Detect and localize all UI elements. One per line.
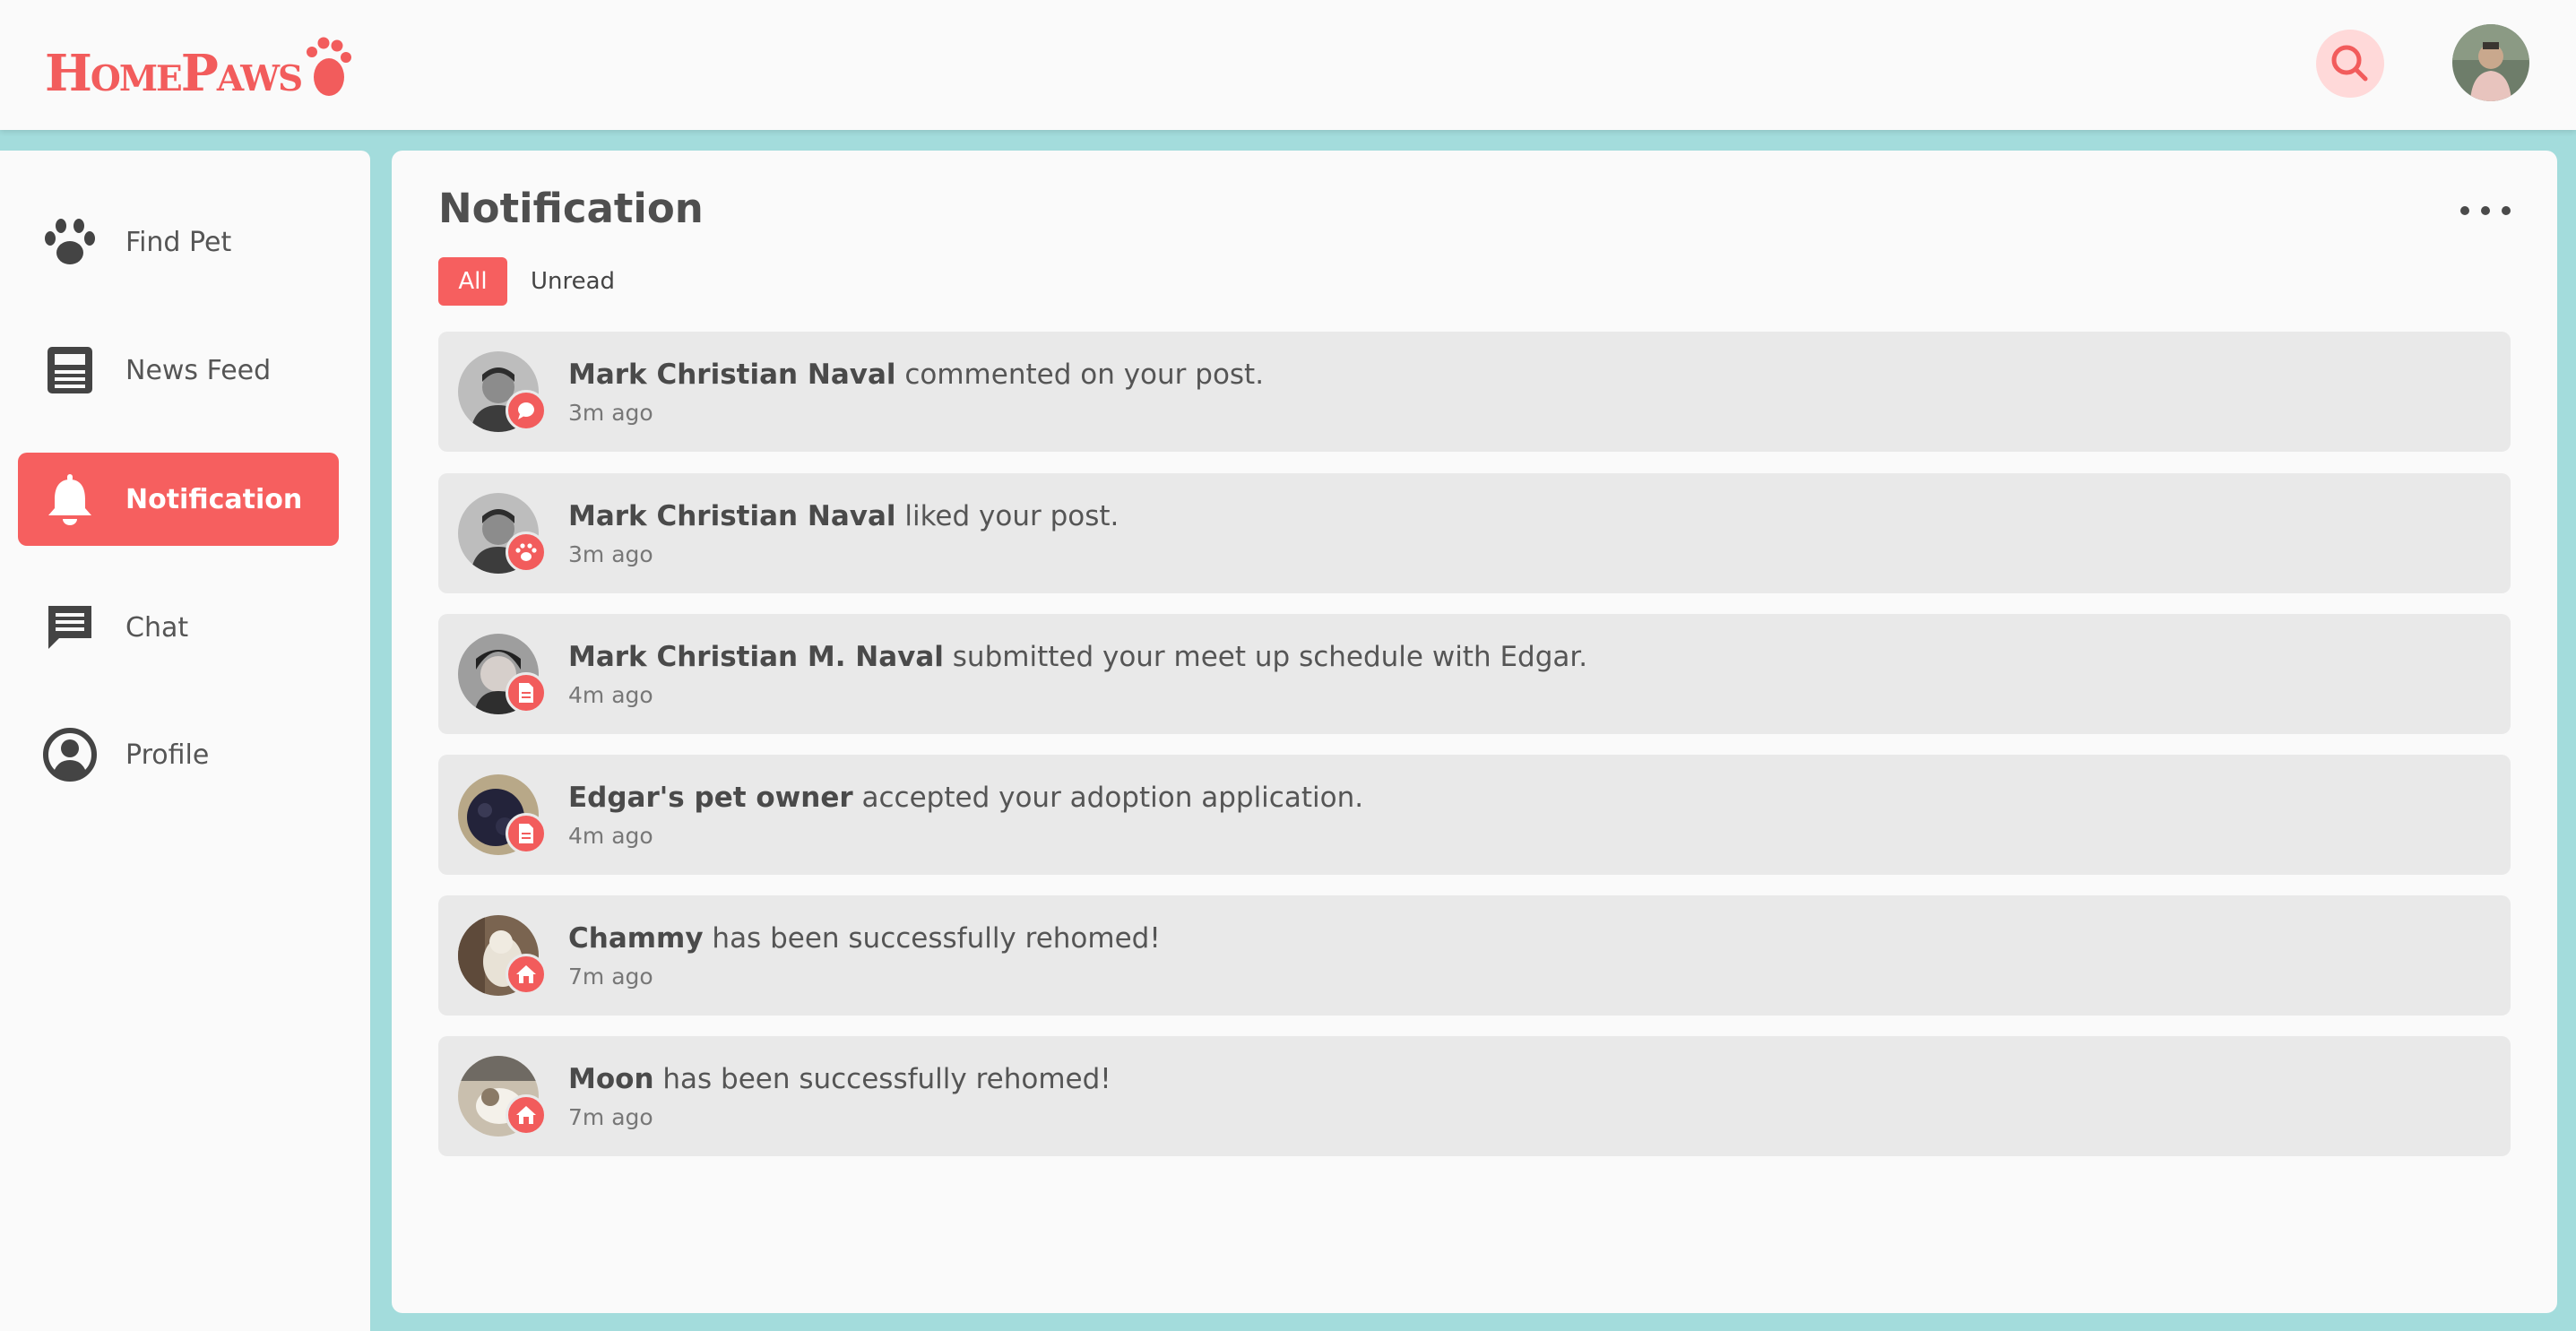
notification-item[interactable]: Edgar's pet owner accepted your adoption… — [438, 755, 2511, 875]
notification-text: Mark Christian Naval liked your post. — [568, 500, 1119, 532]
notification-item[interactable]: Chammy has been successfully rehomed! 7m… — [438, 895, 2511, 1016]
paw-icon — [506, 532, 547, 573]
notification-panel: Notification All Unread Mark Christian N… — [392, 151, 2557, 1313]
more-dot — [2481, 206, 2490, 215]
notification-message: has been successfully rehomed! — [703, 922, 1161, 955]
bell-icon — [41, 471, 99, 528]
newspaper-icon — [41, 341, 99, 399]
sidebar-item-profile[interactable]: Profile — [18, 708, 339, 801]
sidebar-item-label: Profile — [125, 739, 210, 771]
sidebar-item-news-feed[interactable]: News Feed — [18, 324, 339, 417]
notification-message: has been successfully rehomed! — [653, 1063, 1111, 1095]
notification-item[interactable]: Mark Christian Naval commented on your p… — [438, 332, 2511, 452]
more-dot — [2502, 206, 2511, 215]
notification-actor: Mark Christian Naval — [568, 359, 896, 391]
notification-actor: Mark Christian Naval — [568, 500, 896, 532]
paw-icon — [41, 213, 99, 271]
notification-item[interactable]: Mark Christian Naval liked your post. 3m… — [438, 473, 2511, 593]
logo-paw-icon — [307, 37, 352, 96]
notification-time: 3m ago — [568, 541, 653, 567]
home-icon — [506, 954, 547, 995]
top-header: HomePaws — [0, 0, 2576, 130]
notification-time: 7m ago — [568, 964, 653, 990]
notification-text: Mark Christian Naval commented on your p… — [568, 359, 1264, 391]
notification-item[interactable]: Moon has been successfully rehomed! 7m a… — [438, 1036, 2511, 1156]
user-avatar[interactable] — [2452, 24, 2529, 101]
notification-text: Moon has been successfully rehomed! — [568, 1063, 1111, 1095]
notification-time: 3m ago — [568, 400, 653, 426]
notification-actor: Chammy — [568, 922, 704, 955]
filter-unread-button[interactable]: Unread — [523, 257, 622, 306]
notification-message: accepted your adoption application. — [852, 782, 1364, 814]
page-title: Notification — [438, 185, 704, 232]
filter-all-button[interactable]: All — [438, 257, 507, 306]
notification-item[interactable]: Mark Christian M. Naval submitted your m… — [438, 614, 2511, 734]
sidebar-item-label: News Feed — [125, 354, 272, 386]
profile-icon — [41, 726, 99, 783]
notification-actor: Mark Christian M. Naval — [568, 641, 944, 673]
notification-message: submitted your meet up schedule with Edg… — [943, 641, 1588, 673]
sidebar-item-label: Chat — [125, 611, 189, 644]
notification-actor: Moon — [568, 1063, 654, 1095]
notification-time: 4m ago — [568, 682, 653, 708]
search-icon — [2331, 45, 2368, 82]
avatar-photo — [2452, 24, 2529, 101]
home-icon — [506, 1094, 547, 1136]
notification-time: 4m ago — [568, 823, 653, 849]
notification-text: Edgar's pet owner accepted your adoption… — [568, 782, 1363, 814]
sidebar-item-label: Find Pet — [125, 226, 232, 258]
notification-message: liked your post. — [895, 500, 1119, 532]
chat-icon — [41, 599, 99, 656]
notification-message: commented on your post. — [895, 359, 1265, 391]
document-icon — [506, 813, 547, 854]
sidebar-item-find-pet[interactable]: Find Pet — [18, 195, 339, 289]
sidebar-item-label: Notification — [125, 483, 303, 515]
more-dot — [2460, 206, 2469, 215]
sidebar: Find Pet News Feed Notification Chat Pro… — [0, 151, 370, 1331]
sidebar-item-notification[interactable]: Notification — [18, 453, 339, 546]
homepaws-logo[interactable]: HomePaws — [45, 25, 353, 106]
search-button[interactable] — [2316, 30, 2384, 98]
sidebar-item-chat[interactable]: Chat — [18, 581, 339, 674]
notification-actor: Edgar's pet owner — [568, 782, 853, 814]
document-icon — [506, 672, 547, 713]
notification-time: 7m ago — [568, 1104, 653, 1130]
more-options-button[interactable] — [2460, 197, 2511, 224]
logo-wordmark: HomePaws — [45, 44, 303, 103]
notification-text: Chammy has been successfully rehomed! — [568, 922, 1161, 955]
comment-icon — [506, 390, 547, 431]
notification-text: Mark Christian M. Naval submitted your m… — [568, 641, 1587, 673]
